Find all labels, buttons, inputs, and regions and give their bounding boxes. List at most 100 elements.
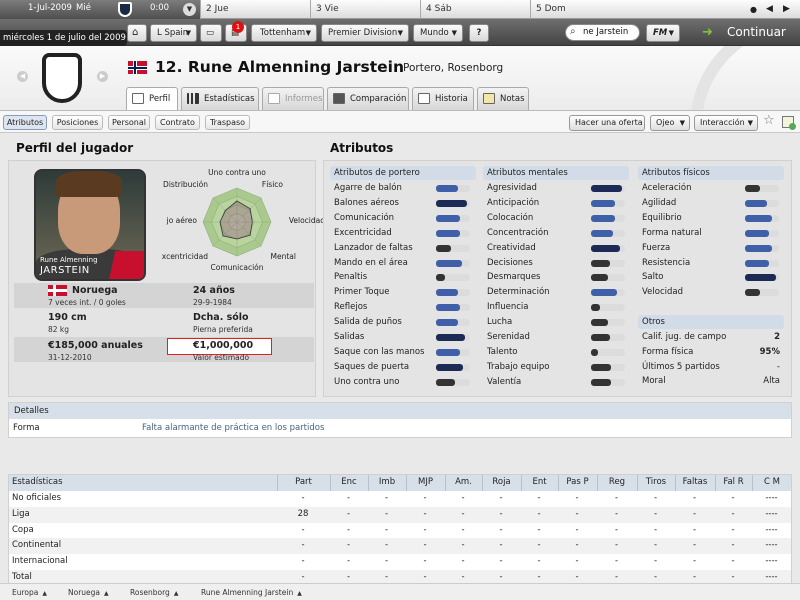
tab-estadisticas[interactable]: Estadísticas	[181, 87, 259, 110]
search-input[interactable]: ⌕ ne Jarstein	[565, 24, 640, 41]
stats-cell: -	[346, 540, 351, 551]
stats-column-header[interactable]: Ent	[521, 475, 557, 491]
dot-icon[interactable]: ●	[750, 5, 757, 14]
stats-column-header[interactable]: Roja	[482, 475, 520, 491]
tab-notas[interactable]: Notas	[477, 87, 529, 110]
attribute-row[interactable]: Saques de puerta	[330, 360, 476, 374]
attribute-row[interactable]: Velocidad	[638, 285, 784, 299]
subtab-atributos[interactable]: Atributos	[3, 115, 47, 130]
previous-player-icon[interactable]: ◀	[17, 71, 28, 82]
attribute-row[interactable]: Uno contra uno	[330, 375, 476, 389]
stats-column-header[interactable]: Am.	[445, 475, 481, 491]
attribute-row[interactable]: Concentración	[483, 226, 629, 240]
stats-column-header[interactable]: Enc	[330, 475, 367, 491]
attribute-row[interactable]: Fuerza	[638, 241, 784, 255]
make-offer-button[interactable]: Hacer una oferta	[569, 115, 645, 131]
scout-button[interactable]: Ojeo ▼	[650, 115, 690, 131]
stats-column-header[interactable]: Tiros	[637, 475, 674, 491]
subtab-contrato[interactable]: Contrato	[155, 115, 200, 130]
attribute-row[interactable]: Salidas	[330, 330, 476, 344]
attribute-row[interactable]: Saque con las manos	[330, 345, 476, 359]
competition-button[interactable]: Premier Division ▼	[321, 24, 409, 42]
home-button[interactable]: ⌂	[127, 24, 147, 42]
add-note-icon[interactable]	[782, 116, 796, 130]
tab-historia[interactable]: Historia	[412, 87, 474, 110]
continue-button[interactable]: ➜ Continuar	[690, 19, 800, 46]
attribute-row[interactable]: Desmarques	[483, 270, 629, 284]
attribute-row[interactable]: Salida de puños	[330, 315, 476, 329]
attribute-row[interactable]: Serenidad	[483, 330, 629, 344]
world-button[interactable]: Mundo ▼	[413, 24, 463, 42]
attribute-row[interactable]: Balones aéreos	[330, 196, 476, 210]
attribute-row[interactable]: Decisiones	[483, 256, 629, 270]
team-button[interactable]: Tottenham ▼	[251, 24, 317, 42]
stats-column-header[interactable]: C M	[752, 475, 791, 491]
attribute-row[interactable]: Valentía	[483, 375, 629, 389]
attribute-row[interactable]: Agarre de balón	[330, 181, 476, 195]
stats-column-header[interactable]: Faltas	[675, 475, 714, 491]
stats-column-header[interactable]: Imb	[368, 475, 405, 491]
time-dropdown-icon[interactable]: ▼	[183, 3, 196, 16]
inbox-button[interactable]: ▭	[200, 24, 222, 42]
scroll-left-icon[interactable]: ◀	[766, 4, 773, 14]
attribute-row[interactable]: Penaltis	[330, 270, 476, 284]
stats-column-header[interactable]: Part	[277, 475, 329, 491]
stats-column-header[interactable]: MJP	[406, 475, 444, 491]
subtab-personal[interactable]: Personal	[108, 115, 150, 130]
attribute-row[interactable]: Mando en el área	[330, 256, 476, 270]
attribute-bar	[436, 229, 470, 237]
attribute-row[interactable]: Salto	[638, 270, 784, 284]
subtab-traspaso[interactable]: Traspaso	[205, 115, 250, 130]
stats-cell: -	[499, 508, 503, 519]
attribute-bar-fill	[745, 229, 769, 237]
attribute-row[interactable]: Determinación	[483, 285, 629, 299]
attribute-row[interactable]: Influencia	[483, 300, 629, 314]
shortlist-star-icon[interactable]: ☆	[763, 113, 775, 128]
interaction-button[interactable]: Interacción ▼	[694, 115, 758, 131]
attribute-bar-fill	[436, 334, 465, 341]
attribute-row[interactable]: Agresividad	[483, 181, 629, 195]
attribute-row[interactable]: Forma natural	[638, 226, 784, 240]
breadcrumb-item[interactable]: Rune Almenning Jarstein ▲	[201, 586, 302, 600]
breadcrumb-item[interactable]: Noruega ▲	[68, 586, 109, 600]
stats-column-header[interactable]: Fal R	[715, 475, 751, 491]
attribute-row[interactable]: Primer Toque	[330, 285, 476, 299]
chevron-down-icon: ▼	[679, 119, 685, 127]
breadcrumb-item[interactable]: Europa ▲	[12, 586, 47, 600]
attribute-name: Comunicación	[334, 212, 395, 223]
league-button[interactable]: L Spain ▼	[150, 24, 197, 42]
attribute-row[interactable]: Aceleración	[638, 181, 784, 195]
fm-menu-button[interactable]: FM ▼	[646, 24, 680, 42]
breadcrumb-item[interactable]: Rosenborg ▲	[130, 586, 178, 600]
day-cell[interactable]: 2 Jue	[200, 0, 310, 19]
stats-column-header[interactable]: Pas P	[558, 475, 596, 491]
attribute-row[interactable]: Reflejos	[330, 300, 476, 314]
attribute-row[interactable]: Equilibrio	[638, 211, 784, 225]
scroll-right-icon[interactable]: ▶	[783, 4, 790, 14]
nationality: Noruega	[72, 285, 118, 296]
next-player-icon[interactable]: ▶	[97, 71, 108, 82]
attribute-row[interactable]: Excentricidad	[330, 226, 476, 240]
day-cell[interactable]: 4 Sáb	[420, 0, 530, 19]
attribute-row[interactable]: Agilidad	[638, 196, 784, 210]
attribute-row[interactable]: Talento	[483, 345, 629, 359]
tab-comparacion[interactable]: Comparación	[327, 87, 409, 110]
attribute-row[interactable]: Lanzador de faltas	[330, 241, 476, 255]
attribute-row[interactable]: Creatividad	[483, 241, 629, 255]
attribute-name: Penaltis	[334, 272, 368, 283]
attribute-row[interactable]: Anticipación	[483, 196, 629, 210]
attribute-row[interactable]: Colocación	[483, 211, 629, 225]
estimated-value-label: Valor estimado	[193, 353, 250, 362]
stats-cell: -	[423, 556, 427, 567]
current-date-cell[interactable]: 1-Jul-2009 Mié 0:00 ▼	[0, 0, 200, 19]
attribute-row[interactable]: Lucha	[483, 315, 629, 329]
stats-column-header[interactable]: Reg	[597, 475, 636, 491]
attribute-row[interactable]: Trabajo equipo	[483, 360, 629, 374]
help-button[interactable]: ?	[469, 24, 489, 42]
attribute-row[interactable]: Resistencia	[638, 256, 784, 270]
tab-perfil[interactable]: Perfil	[126, 87, 178, 111]
subtab-posiciones[interactable]: Posiciones	[52, 115, 103, 130]
attribute-row[interactable]: Comunicación	[330, 211, 476, 225]
day-cell[interactable]: 3 Vie	[310, 0, 420, 19]
day-cell[interactable]: 5 Dom	[530, 0, 640, 19]
